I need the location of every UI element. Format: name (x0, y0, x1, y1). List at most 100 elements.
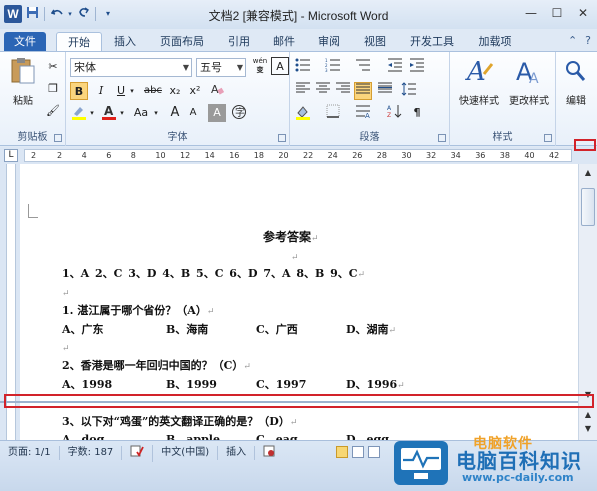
cut-icon[interactable]: ✂ (44, 58, 62, 76)
tab-mailings[interactable]: 邮件 (265, 32, 303, 51)
full-screen-view-icon[interactable] (352, 446, 364, 458)
phonetic-guide-icon[interactable]: wén 变 (250, 57, 270, 77)
numbering-icon[interactable]: 123 (324, 58, 342, 76)
maximize-button[interactable]: ☐ (547, 5, 567, 21)
styles-launcher-icon[interactable] (544, 134, 552, 142)
change-styles-icon: AA (504, 56, 554, 89)
character-border-icon[interactable]: A (271, 57, 289, 75)
question-line[interactable]: 2、香港是哪一年回归中国的？（C）↵ (62, 357, 251, 373)
language-indicator[interactable]: 中文(中国) (153, 446, 219, 460)
clear-formatting-icon[interactable]: A (208, 82, 226, 100)
tab-references[interactable]: 引用 (220, 32, 258, 51)
font-color-dropdown-icon[interactable]: ▾ (118, 104, 126, 122)
scroll-up-icon[interactable]: ▲ (581, 166, 595, 180)
editing-button[interactable]: 编辑 (558, 56, 594, 107)
format-painter-icon[interactable]: 🖌 (44, 102, 62, 120)
italic-button[interactable]: I (92, 82, 110, 100)
help-icon[interactable]: ? (585, 34, 591, 47)
ruler-bar[interactable]: 2 2 4 6 8 10 12 14 16 18 20 22 24 26 28 30 32 34 36 38 40 42 (24, 149, 572, 162)
answers-line[interactable]: 1、A 2、C 3、D 4、B 5、C 6、D 7、A 8、B 9、C↵ (62, 265, 365, 281)
font-size-combo[interactable]: 五号 ▼ (196, 58, 246, 77)
print-layout-view-icon[interactable] (336, 446, 348, 458)
clipboard-launcher-icon[interactable] (54, 134, 62, 142)
svg-text:A: A (465, 57, 486, 86)
tab-review[interactable]: 审阅 (310, 32, 348, 51)
paragraph-group-label: 段落 (359, 132, 380, 143)
minimize-ribbon-icon[interactable]: ⌃ (568, 34, 577, 47)
tab-view[interactable]: 视图 (356, 32, 394, 51)
scroll-thumb[interactable] (581, 188, 595, 226)
change-case-dropdown-icon[interactable]: ▾ (152, 104, 160, 122)
text-highlight-icon[interactable] (70, 104, 88, 122)
quick-styles-button[interactable]: A 快速样式 (454, 56, 504, 107)
font-name-combo[interactable]: 宋体 ▼ (70, 58, 192, 77)
tab-developer[interactable]: 开发工具 (402, 32, 462, 51)
ruler-tick-label: 20 (278, 151, 289, 160)
bold-button[interactable]: B (70, 82, 88, 100)
tab-add-ins[interactable]: 加载项 (470, 32, 520, 51)
borders-icon[interactable] (324, 104, 342, 122)
tab-page-layout[interactable]: 页面布局 (152, 32, 212, 51)
font-launcher-icon[interactable] (278, 134, 286, 142)
multilevel-list-icon[interactable] (354, 58, 372, 76)
empty-line[interactable]: ↵ (62, 341, 70, 354)
underline-dropdown-icon[interactable]: ▾ (128, 82, 136, 100)
shading-icon[interactable] (294, 104, 312, 122)
heading-line[interactable]: 参考答案↵ (263, 228, 319, 245)
line-spacing-icon[interactable] (400, 82, 418, 100)
paste-button[interactable]: 粘贴 (6, 56, 40, 107)
option-d: D、1996↵ (346, 376, 405, 392)
svg-text:A: A (387, 105, 392, 112)
copy-icon[interactable]: ❐ (44, 80, 62, 98)
web-layout-view-icon[interactable] (368, 446, 380, 458)
macro-record-icon[interactable] (255, 445, 283, 462)
close-button[interactable]: ✕ (573, 5, 593, 21)
options-line[interactable]: A、广东 B、海南 C、广西 D、湖南↵ (62, 321, 462, 337)
font-color-icon[interactable]: A (100, 104, 118, 122)
ruler-tick-label: 18 (253, 151, 264, 160)
align-left-icon[interactable] (294, 82, 312, 100)
bullets-icon[interactable] (294, 58, 312, 76)
tab-file[interactable]: 文件 (4, 32, 46, 51)
shrink-font-button[interactable]: A (184, 104, 202, 122)
increase-indent-icon[interactable] (408, 58, 426, 76)
minimize-button[interactable]: — (521, 5, 541, 21)
align-center-icon[interactable] (314, 82, 332, 100)
decrease-indent-icon[interactable] (386, 58, 404, 76)
tab-selector-icon[interactable]: L (4, 149, 18, 162)
tab-home[interactable]: 开始 (56, 32, 102, 51)
strikethrough-button[interactable]: abc (142, 82, 164, 100)
font-group-label: 字体 (167, 132, 188, 143)
sort-icon[interactable]: AZ (386, 104, 404, 122)
question-text: 2、香港是哪一年回归中国的？（C） (62, 359, 244, 372)
align-right-icon[interactable] (334, 82, 352, 100)
document-heading: 参考答案 (263, 230, 312, 244)
scroll-up-icon[interactable]: ▲ (581, 408, 595, 422)
question-line[interactable]: 1. 湛江属于哪个省份？（A）↵ (62, 302, 214, 318)
empty-line[interactable]: ↵ (62, 286, 70, 299)
enclose-characters-icon[interactable]: 字 (230, 104, 248, 122)
distributed-icon[interactable] (376, 82, 394, 100)
paragraph-launcher-icon[interactable] (438, 134, 446, 142)
subscript-button[interactable]: x₂ (166, 82, 184, 100)
insert-mode[interactable]: 插入 (218, 446, 256, 460)
empty-line[interactable]: ↵ (291, 250, 299, 263)
change-styles-button[interactable]: AA 更改样式 (504, 56, 554, 107)
tab-insert[interactable]: 插入 (106, 32, 144, 51)
character-shading-button[interactable]: A (208, 104, 226, 122)
superscript-button[interactable]: x² (186, 82, 204, 100)
page-count[interactable]: 页面: 1/1 (0, 446, 60, 460)
option-d: D、egg (346, 433, 389, 440)
highlight-dropdown-icon[interactable]: ▾ (88, 104, 96, 122)
justify-icon[interactable] (354, 82, 372, 100)
show-marks-icon[interactable]: ¶ (408, 104, 426, 122)
ruler-tick-label: 28 (376, 151, 387, 160)
grow-font-button[interactable]: A (166, 104, 184, 122)
options-line[interactable]: A、1998 B、1999 C、1997 D、1996↵ (62, 376, 462, 392)
change-case-button[interactable]: Aa (130, 104, 152, 122)
question-line[interactable]: 3、以下对“鸡蛋”的英文翻译正确的是？（D）↵ (62, 413, 297, 429)
word-count[interactable]: 字数: 187 (60, 446, 123, 460)
ruler-tick-label: 38 (499, 151, 510, 160)
chinese-layout-icon[interactable]: A (354, 104, 372, 122)
proofing-icon[interactable] (122, 444, 154, 462)
